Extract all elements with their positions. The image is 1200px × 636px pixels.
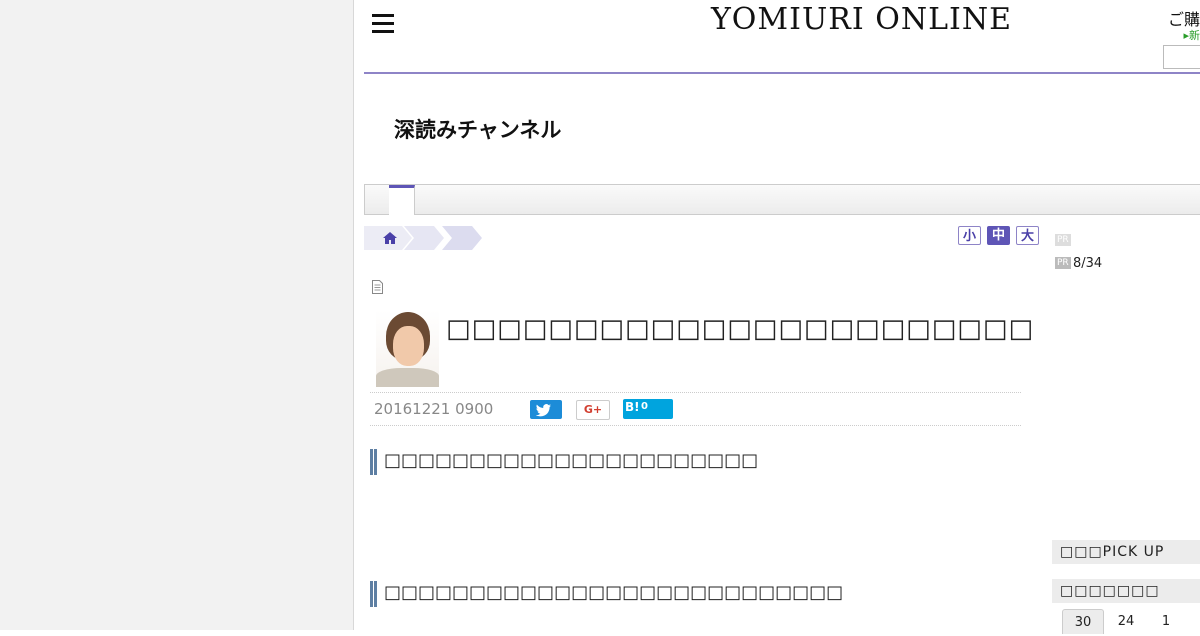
font-small-button[interactable]: 小	[958, 226, 981, 245]
sidebar-ranking-title: □□□□□□□	[1052, 579, 1200, 603]
page: YOMIURI ONLINE ご購 ▸新 深読みチャンネル 小 中 大 PR P…	[354, 0, 1200, 634]
site-header: YOMIURI ONLINE ご購 ▸新	[364, 0, 1200, 74]
sidebar-pickup-title: □□□PICK UP	[1052, 540, 1200, 564]
google-plus-share-button[interactable]: G+	[576, 400, 610, 420]
author-avatar	[376, 310, 439, 387]
breadcrumb-item-3[interactable]	[442, 226, 482, 250]
tab-2-active[interactable]	[389, 185, 415, 215]
article-title: □□□□□□□□□□□□□□□□□□□□□□□	[446, 314, 1035, 344]
article-meta: 20161221 0900 G+ B! 0	[370, 392, 1021, 426]
ranking-tab[interactable]: 24	[1106, 609, 1146, 633]
channel-title: 深読みチャンネル	[394, 118, 562, 142]
twitter-share-button[interactable]	[530, 400, 562, 419]
search-input[interactable]	[1163, 45, 1200, 69]
hatena-icon: B!	[625, 400, 640, 414]
font-medium-button[interactable]: 中	[987, 226, 1010, 245]
section-heading: □□□□□□□□□□□□□□□□□□□□□□□□□□□	[370, 581, 843, 607]
document-icon	[372, 280, 383, 294]
hatena-count: 0	[641, 401, 648, 412]
site-logo[interactable]: YOMIURI ONLINE	[711, 2, 1012, 37]
ranking-tab-active[interactable]: 30	[1062, 609, 1104, 634]
ranking-tab[interactable]: 1	[1146, 609, 1186, 633]
category-tabbar	[364, 184, 1200, 215]
hatena-bookmark-button[interactable]: B! 0	[623, 399, 673, 419]
font-large-button[interactable]: 大	[1016, 226, 1039, 245]
left-gutter	[0, 0, 354, 630]
home-icon	[383, 232, 397, 244]
pr-badge: PR	[1055, 234, 1071, 246]
signup-link[interactable]: ▸新	[1183, 27, 1200, 43]
tab-1[interactable]	[364, 185, 390, 214]
breadcrumb-home[interactable]	[364, 226, 412, 250]
pr-badge: PR	[1055, 257, 1071, 269]
section-heading: □□□□□□□□□□□□□□□□□□□□□□	[370, 449, 758, 475]
twitter-icon	[535, 404, 551, 417]
publish-date: 20161221 0900	[374, 400, 494, 418]
pr-counter: 8/34	[1073, 256, 1103, 271]
hamburger-icon[interactable]	[372, 14, 394, 34]
